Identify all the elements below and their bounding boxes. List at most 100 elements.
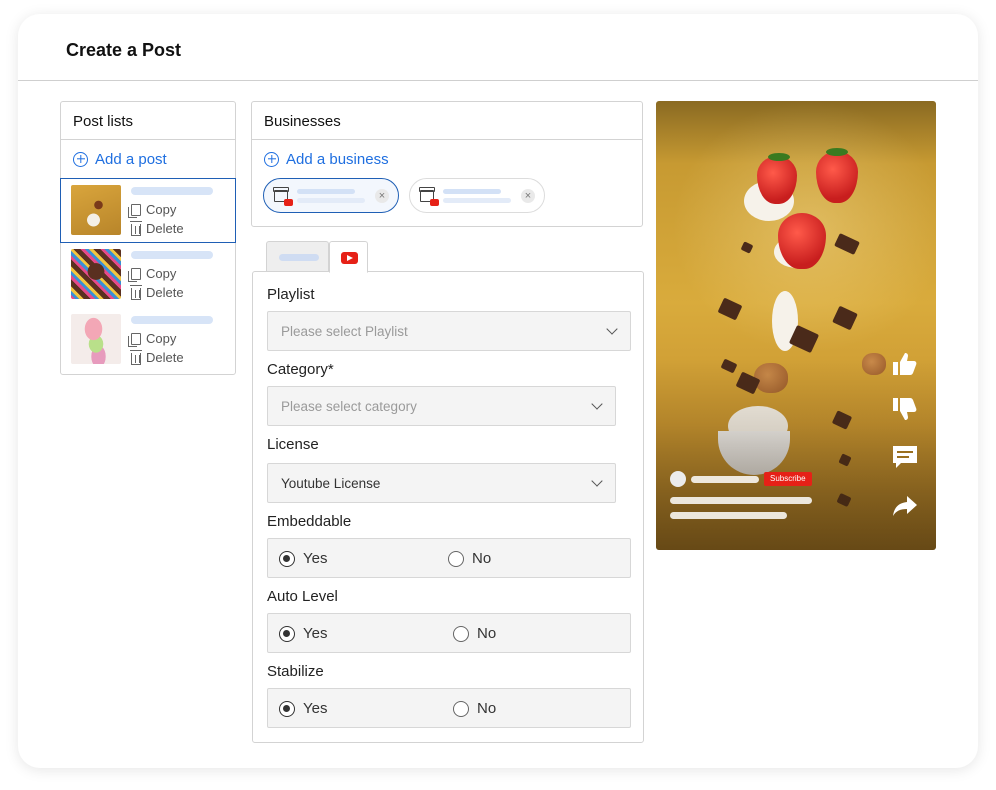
post-title-placeholder	[131, 316, 213, 324]
delete-post-button[interactable]: Delete	[130, 219, 213, 238]
license-select[interactable]: Youtube License	[267, 463, 616, 503]
business-name-placeholder	[297, 188, 365, 203]
trash-icon	[130, 349, 142, 365]
post-lists-panel: Post lists Add a post Copy Delete Copy D…	[60, 101, 236, 375]
copy-post-button[interactable]: Copy	[128, 200, 213, 219]
youtube-settings-form: Playlist Please select Playlist Category…	[252, 271, 644, 743]
category-select[interactable]: Please select category	[267, 386, 616, 426]
tab-label-placeholder	[279, 254, 319, 261]
business-chip-selected[interactable]: ×	[263, 178, 399, 213]
comment-icon[interactable]	[891, 444, 919, 470]
copy-label: Copy	[146, 202, 177, 217]
stabilize-no-radio[interactable]: No	[453, 700, 496, 717]
embeddable-no-radio[interactable]: No	[448, 550, 491, 567]
post-item[interactable]: Copy Delete	[60, 178, 236, 243]
business-chip[interactable]: ×	[409, 178, 545, 213]
video-title-placeholder	[670, 512, 787, 519]
auto-level-no-radio[interactable]: No	[453, 625, 496, 642]
post-title-placeholder	[131, 251, 213, 259]
radio-unselected-icon	[453, 700, 469, 717]
auto-level-radio-group: Yes No	[267, 613, 631, 653]
delete-post-button[interactable]: Delete	[130, 348, 213, 367]
youtube-icon	[284, 198, 293, 206]
stabilize-yes-label: Yes	[303, 700, 328, 717]
post-item[interactable]: Copy Delete	[61, 243, 235, 308]
business-chips: × ×	[252, 178, 642, 213]
chocolate-piece	[717, 297, 743, 321]
chevron-down-icon	[591, 475, 603, 487]
close-icon[interactable]: ×	[521, 189, 535, 203]
chevron-down-icon	[591, 398, 603, 410]
radio-selected-icon	[279, 550, 295, 567]
post-meta: Copy Delete	[128, 185, 213, 238]
radio-unselected-icon	[453, 625, 469, 642]
thumbs-up-icon[interactable]	[891, 351, 919, 377]
strawberry	[778, 213, 826, 269]
post-thumbnail	[71, 314, 121, 364]
business-name-placeholder	[443, 188, 511, 203]
thumbs-down-icon[interactable]	[891, 396, 919, 422]
youtube-icon	[341, 252, 358, 264]
tab-youtube[interactable]	[329, 241, 368, 273]
stabilize-label: Stabilize	[267, 663, 324, 680]
share-icon[interactable]	[891, 493, 919, 519]
plus-circle-icon	[264, 151, 279, 167]
chocolate-piece	[832, 305, 858, 331]
channel-name-placeholder	[691, 476, 759, 483]
embeddable-yes-label: Yes	[303, 550, 328, 567]
playlist-placeholder: Please select Playlist	[281, 324, 408, 339]
stabilize-radio-group: Yes No	[267, 688, 631, 728]
trash-icon	[130, 220, 142, 236]
radio-unselected-icon	[448, 550, 464, 567]
add-post-button[interactable]: Add a post	[61, 140, 235, 178]
embeddable-label: Embeddable	[267, 513, 352, 530]
playlist-select[interactable]: Please select Playlist	[267, 311, 631, 351]
copy-post-button[interactable]: Copy	[128, 264, 213, 283]
category-placeholder: Please select category	[281, 399, 417, 414]
chocolate-piece	[834, 233, 860, 255]
delete-label: Delete	[146, 221, 184, 236]
auto-level-yes-label: Yes	[303, 625, 328, 642]
add-business-label: Add a business	[286, 150, 389, 168]
embeddable-radio-group: Yes No	[267, 538, 631, 578]
radio-selected-icon	[279, 625, 295, 642]
copy-label: Copy	[146, 266, 177, 281]
post-thumbnail	[71, 249, 121, 299]
trash-icon	[130, 284, 142, 300]
copy-post-button[interactable]: Copy	[128, 329, 213, 348]
create-post-card: Create a Post Post lists Add a post Copy…	[18, 14, 978, 768]
playlist-label: Playlist	[267, 286, 315, 303]
post-lists-title: Post lists	[61, 102, 235, 140]
embeddable-no-label: No	[472, 550, 492, 567]
category-label: Category*	[267, 361, 334, 378]
title-divider	[18, 80, 978, 81]
license-value: Youtube License	[281, 476, 381, 491]
businesses-title: Businesses	[252, 102, 642, 140]
tab-general[interactable]	[266, 241, 329, 272]
chocolate-piece	[740, 241, 754, 254]
strawberry-leaf	[826, 148, 848, 156]
post-meta: Copy Delete	[128, 249, 213, 302]
plus-circle-icon	[73, 151, 88, 167]
post-item[interactable]: Copy Delete	[61, 308, 235, 373]
copy-icon	[128, 332, 141, 347]
auto-level-yes-radio[interactable]: Yes	[279, 625, 327, 642]
radio-selected-icon	[279, 700, 295, 717]
stabilize-no-label: No	[477, 700, 497, 717]
delete-label: Delete	[146, 285, 184, 300]
close-icon[interactable]: ×	[375, 189, 389, 203]
stabilize-yes-radio[interactable]: Yes	[279, 700, 327, 717]
delete-post-button[interactable]: Delete	[130, 283, 213, 302]
post-meta: Copy Delete	[128, 314, 213, 367]
auto-level-no-label: No	[477, 625, 497, 642]
add-post-label: Add a post	[95, 150, 167, 168]
video-preview: Subscribe	[656, 101, 936, 550]
copy-icon	[128, 203, 141, 218]
strawberry	[816, 151, 858, 203]
embeddable-yes-radio[interactable]: Yes	[279, 550, 327, 567]
subscribe-button[interactable]: Subscribe	[764, 472, 812, 486]
add-business-button[interactable]: Add a business	[252, 140, 642, 178]
license-label: License	[267, 436, 319, 453]
channel-avatar	[670, 471, 686, 487]
post-thumbnail	[71, 185, 121, 235]
